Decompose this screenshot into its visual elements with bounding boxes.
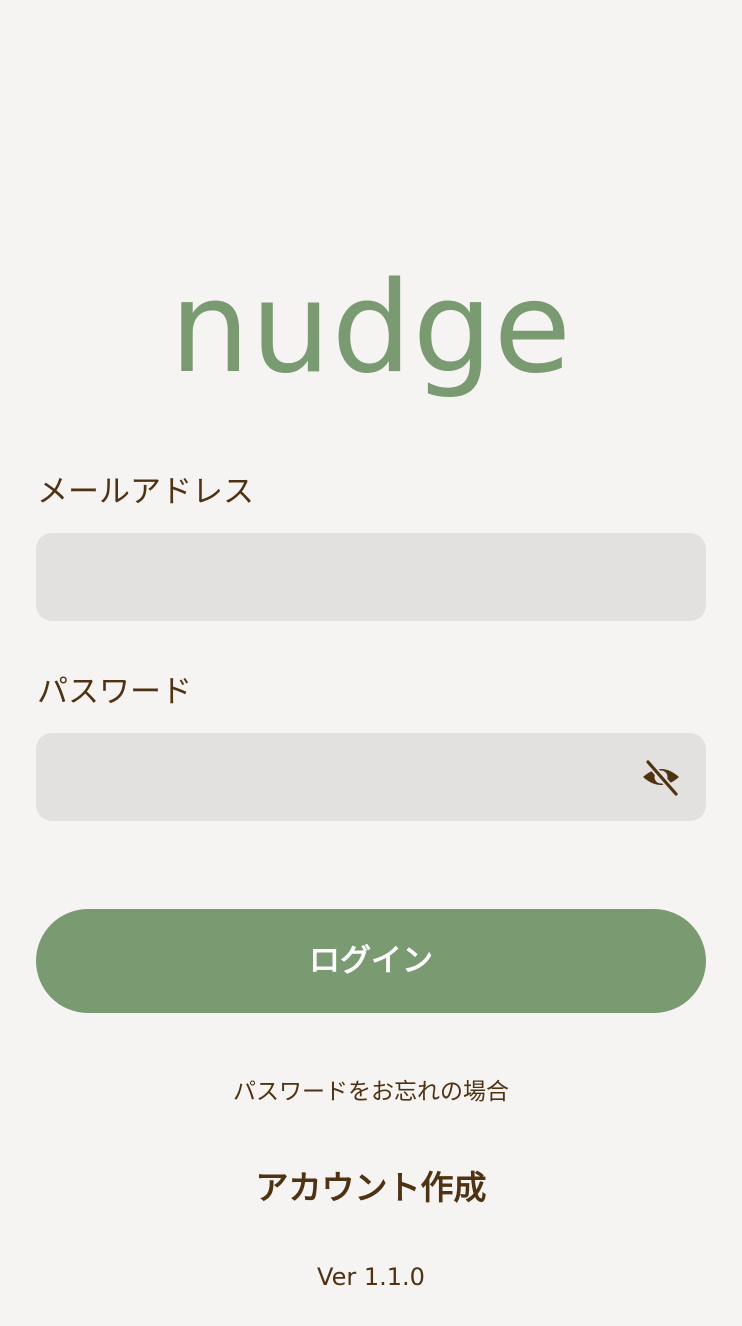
email-label: メールアドレス [37,474,254,510]
password-field[interactable] [36,733,706,821]
app-logo: nudge [169,254,573,401]
email-field[interactable] [36,533,706,621]
forgot-password-link[interactable]: パスワードをお忘れの場合 [0,1074,742,1110]
version-label: Ver 1.1.0 [317,1263,425,1291]
eye-off-icon[interactable] [640,757,682,798]
create-account-link[interactable]: アカウント作成 [0,1166,742,1210]
email-field-container [36,533,706,621]
password-label: パスワード [37,674,192,710]
password-field-container [36,733,706,821]
login-button[interactable]: ログイン [36,909,706,1013]
